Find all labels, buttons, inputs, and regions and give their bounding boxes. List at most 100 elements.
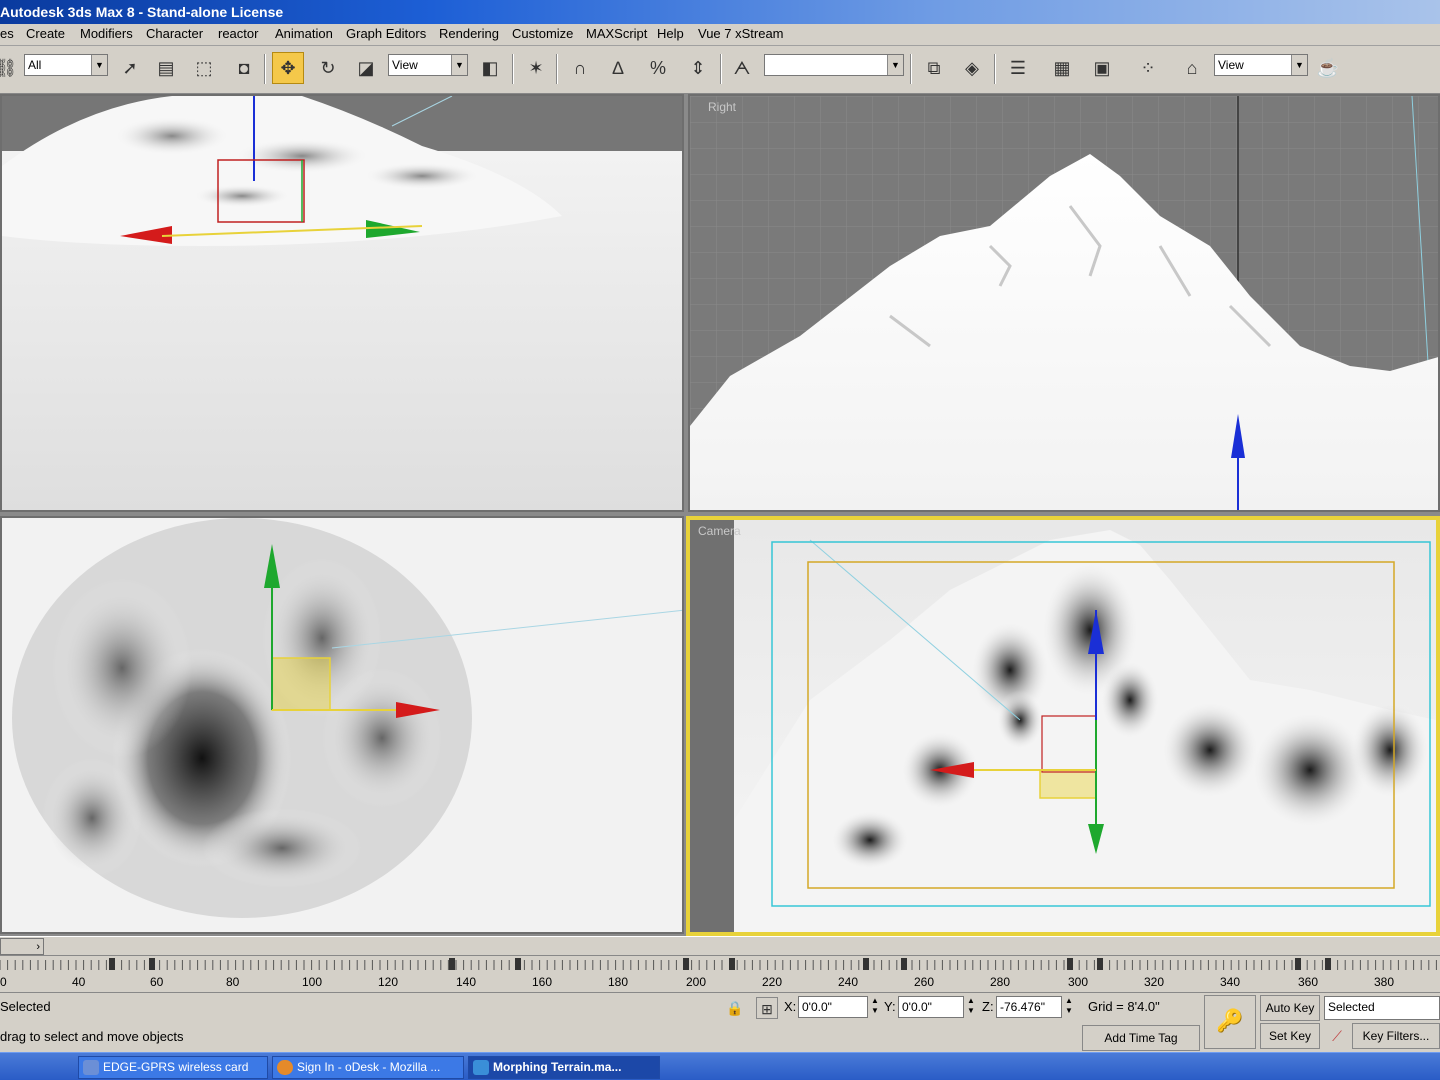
select-scale-icon[interactable]: ◪ [350, 52, 382, 84]
key-marker[interactable] [683, 958, 689, 970]
viewport-label: Right [708, 100, 737, 114]
key-marker[interactable] [109, 958, 115, 970]
chevron-right-icon: › [36, 941, 40, 953]
prompt-line: drag to select and move objects [0, 1029, 184, 1044]
menu-reactor[interactable]: reactor [218, 26, 258, 41]
edit-named-sets-icon[interactable]: ᗅ [726, 52, 758, 84]
key-marker[interactable] [1295, 958, 1301, 970]
menu-modifiers[interactable]: Modifiers [80, 26, 133, 41]
track-bar[interactable]: 0 40 60 80 100 120 140 160 180 200 220 240 260 280 300… [0, 956, 1440, 992]
chevron-down-icon: ▼ [91, 55, 107, 75]
task-edge-gprs[interactable]: EDGE-GPRS wireless card [78, 1056, 268, 1079]
y-spinner[interactable]: ▲ ▼ [966, 996, 976, 1018]
spinner-snap-icon[interactable]: ⇕ [682, 52, 714, 84]
menu-create[interactable]: Create [26, 26, 65, 41]
key-marker[interactable] [1097, 958, 1103, 970]
named-selection-dropdown[interactable]: ▼ [764, 54, 904, 76]
task-label: EDGE-GPRS wireless card [103, 1060, 249, 1074]
z-coordinate-field[interactable]: -76.476" [996, 996, 1062, 1018]
rect-region-icon[interactable]: ⬚ [188, 52, 220, 84]
angle-snap-icon[interactable]: ∆ [602, 52, 634, 84]
align-icon[interactable]: ◈ [956, 52, 988, 84]
menu-animation[interactable]: Animation [275, 26, 333, 41]
key-filters-button[interactable]: Key Filters... [1352, 1023, 1440, 1049]
key-marker[interactable] [729, 958, 735, 970]
menu-help[interactable]: Help [657, 26, 684, 41]
ruler-label: 320 [1144, 975, 1164, 989]
select-icon[interactable]: ➚ [114, 52, 146, 84]
select-move-icon[interactable]: ✥ [272, 52, 304, 84]
key-marker[interactable] [515, 958, 521, 970]
material-editor-icon[interactable]: ⁘ [1132, 52, 1164, 84]
task-3dsmax[interactable]: Morphing Terrain.ma... [468, 1056, 660, 1079]
menu-file[interactable]: es [0, 26, 14, 41]
gizmo-plane[interactable] [271, 657, 331, 711]
select-by-name-icon[interactable]: ▤ [150, 52, 182, 84]
viewport-top-left[interactable] [0, 94, 684, 512]
curve-editor-icon[interactable]: ▦ [1046, 52, 1078, 84]
menu-vue-xstream[interactable]: Vue 7 xStream [698, 26, 784, 41]
time-slider-thumb[interactable]: › [0, 938, 44, 955]
time-slider[interactable]: › [0, 936, 1440, 956]
ruler-label: 60 [150, 975, 164, 989]
z-spinner[interactable]: ▲ ▼ [1064, 996, 1074, 1018]
z-label: Z: [982, 999, 994, 1014]
viewport-bottom-left[interactable] [0, 516, 684, 934]
ruler-label: 180 [608, 975, 628, 989]
mirror-icon[interactable]: ⧉ [918, 52, 950, 84]
x-coordinate-field[interactable]: 0'0.0" [798, 996, 868, 1018]
snap-3d-icon[interactable]: ∩ [564, 52, 596, 84]
window-crossing-icon[interactable]: ◘ [228, 52, 260, 84]
selection-filter-dropdown[interactable]: All ▼ [24, 54, 108, 76]
key-marker[interactable] [149, 958, 155, 970]
menu-graph-editors[interactable]: Graph Editors [346, 26, 426, 41]
key-marker[interactable] [1067, 958, 1073, 970]
ruler-label: 80 [226, 975, 240, 989]
layer-manager-icon[interactable]: ☰ [1002, 52, 1034, 84]
manipulate-icon[interactable]: ✶ [520, 52, 552, 84]
y-coordinate-field[interactable]: 0'0.0" [898, 996, 964, 1018]
render-scene-icon[interactable]: ⌂ [1176, 52, 1208, 84]
ruler-label: 40 [72, 975, 86, 989]
pivot-icon[interactable]: ◧ [474, 52, 506, 84]
quick-render-icon[interactable]: ☕ [1312, 52, 1344, 84]
key-mode-toggle-icon[interactable]: ⟋ [1326, 1025, 1348, 1047]
render-view-dropdown[interactable]: View ▼ [1214, 54, 1308, 76]
reference-coord-dropdown[interactable]: View ▼ [388, 54, 468, 76]
key-icon: 🔑 [1216, 1008, 1244, 1033]
absolute-mode-icon[interactable]: ⊞ [756, 997, 778, 1019]
chevron-down-icon: ▼ [887, 55, 903, 75]
timeline-ruler[interactable]: 0 40 60 80 100 120 140 160 180 200 220 240 260 280 300… [0, 956, 1440, 992]
toolbar-divider [910, 54, 912, 84]
gizmo-plane[interactable] [1039, 769, 1097, 799]
key-marker[interactable] [1325, 958, 1331, 970]
viewport-top-right[interactable]: Right [688, 94, 1440, 512]
menu-maxscript[interactable]: MAXScript [586, 26, 647, 41]
auto-key-button[interactable]: Auto Key [1260, 995, 1320, 1021]
schematic-view-icon[interactable]: ▣ [1086, 52, 1118, 84]
percent-snap-icon[interactable]: % [642, 52, 674, 84]
ruler-label: 0 [0, 975, 7, 989]
link-icon[interactable]: ⛓ [0, 52, 22, 84]
key-marker[interactable] [449, 958, 455, 970]
key-marker[interactable] [901, 958, 907, 970]
lock-icon[interactable]: 🔒 [724, 997, 746, 1019]
set-key-button[interactable]: Set Key [1260, 1023, 1320, 1049]
viewport-bottom-right[interactable]: Camera [686, 516, 1440, 936]
x-spinner[interactable]: ▲ ▼ [870, 996, 880, 1018]
set-key-big-button[interactable]: 🔑 [1204, 995, 1256, 1049]
toolbar-divider [994, 54, 996, 84]
grid-size: Grid = 8'4.0" [1088, 999, 1160, 1014]
menu-character[interactable]: Character [146, 26, 203, 41]
task-firefox[interactable]: Sign In - oDesk - Mozilla ... [272, 1056, 464, 1079]
task-label: Sign In - oDesk - Mozilla ... [297, 1060, 441, 1074]
title-bar: Autodesk 3ds Max 8 - Stand-alone License [0, 0, 1440, 24]
menu-rendering[interactable]: Rendering [439, 26, 499, 41]
key-marker[interactable] [863, 958, 869, 970]
key-mode-dropdown[interactable]: Selected [1324, 996, 1440, 1020]
ruler-label: 140 [456, 975, 476, 989]
ruler-label: 380 [1374, 975, 1394, 989]
add-time-tag-button[interactable]: Add Time Tag [1082, 1025, 1200, 1051]
menu-customize[interactable]: Customize [512, 26, 573, 41]
select-rotate-icon[interactable]: ↻ [312, 52, 344, 84]
